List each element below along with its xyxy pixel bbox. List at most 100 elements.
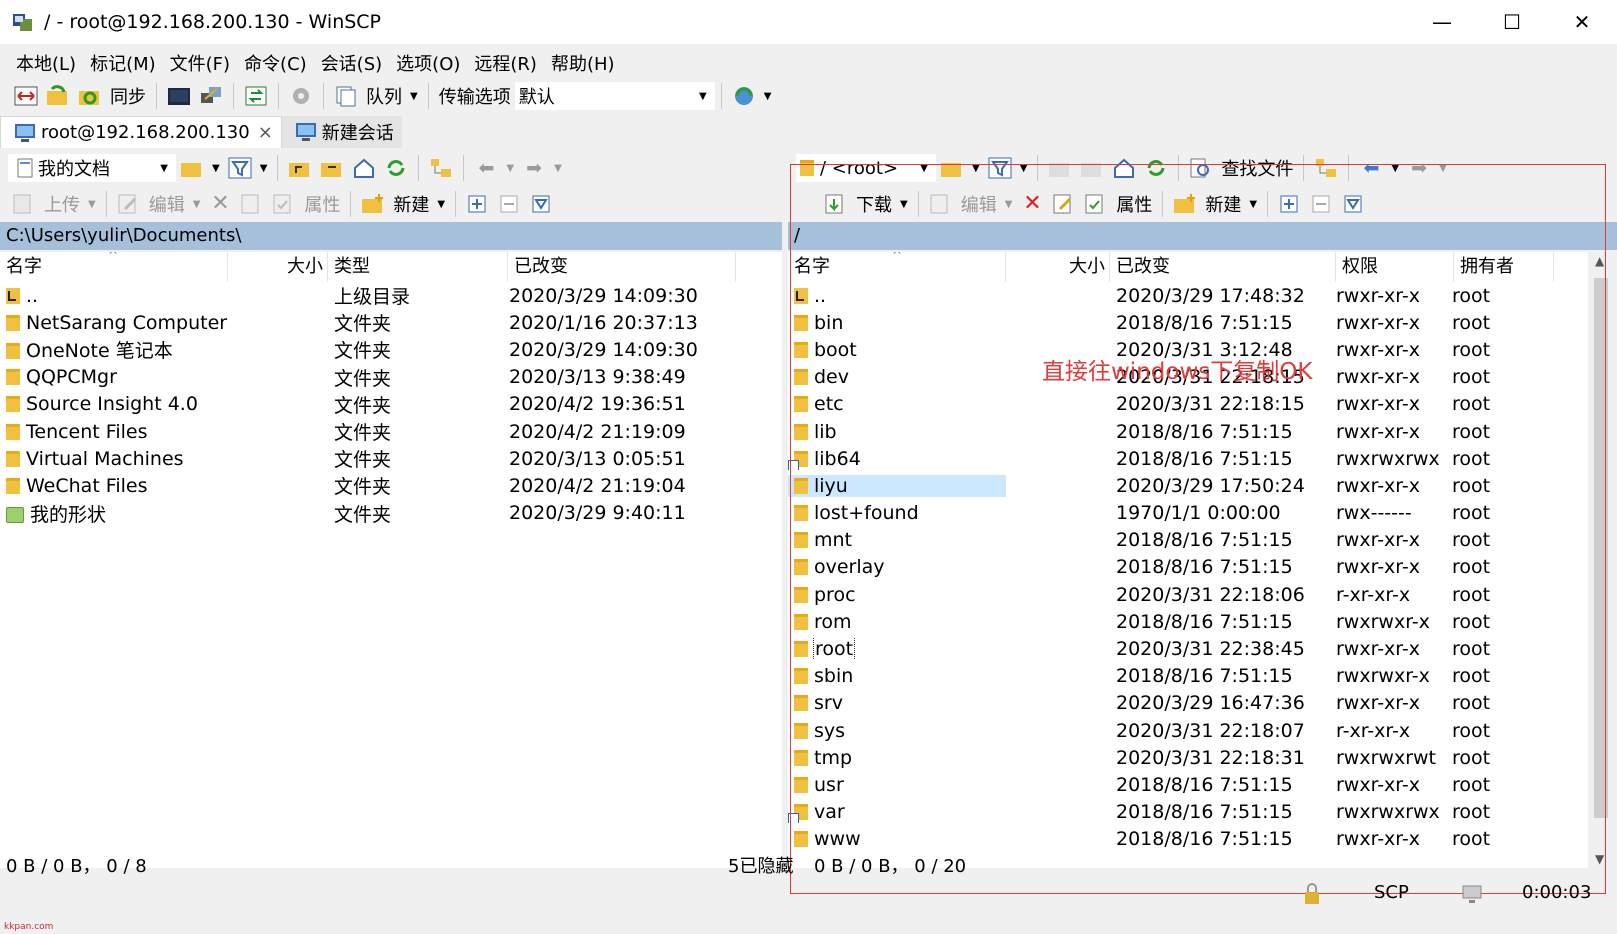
menu-item[interactable]: 命令(C) xyxy=(244,50,307,76)
right-file-list[interactable]: 名字 大小 已改变 权限 拥有者 ^ .. 2020/3/29 17:48:32 r… xyxy=(788,252,1588,868)
tab-session[interactable]: root@192.168.200.130 × xyxy=(0,116,282,148)
close-button[interactable]: ✕ xyxy=(1547,0,1617,44)
chevron-down-icon[interactable]: ▼ xyxy=(764,91,772,102)
edit-label[interactable]: 编辑 xyxy=(149,191,185,217)
gear-icon[interactable] xyxy=(289,85,313,107)
left-location-select[interactable]: 我的文档 ▼ xyxy=(8,154,176,182)
menu-item[interactable]: 帮助(H) xyxy=(551,50,615,76)
chevron-down-icon[interactable]: ▼ xyxy=(972,163,980,174)
file-row[interactable]: 我的形状 文件夹 2020/3/29 9:40:11 xyxy=(0,500,782,527)
maximize-button[interactable]: ☐ xyxy=(1477,0,1547,44)
file-row[interactable]: .. 2020/3/29 17:48:32 rwxr-xr-x root xyxy=(788,282,1588,309)
find-files-icon[interactable] xyxy=(1189,157,1213,179)
file-row[interactable]: bin 2018/8/16 7:51:15 rwxr-xr-x root xyxy=(788,309,1588,336)
col-size[interactable]: 大小 xyxy=(1006,252,1110,282)
file-row[interactable]: srv 2020/3/29 16:47:36 rwxr-xr-x root xyxy=(788,690,1588,717)
chevron-down-icon[interactable]: ▼ xyxy=(212,163,220,174)
filter-icon[interactable] xyxy=(988,157,1012,179)
left-file-list[interactable]: 名字 大小 类型 已改变 ^ .. 上级目录 2020/3/29 14:09:30 N… xyxy=(0,252,782,868)
queue-label[interactable]: 队列 xyxy=(366,83,402,109)
file-row[interactable]: .. 上级目录 2020/3/29 14:09:30 xyxy=(0,282,782,309)
tree-icon[interactable] xyxy=(429,157,453,179)
chevron-down-icon[interactable]: ▼ xyxy=(1020,163,1028,174)
transfer-icon[interactable] xyxy=(244,85,268,107)
parent-directory-icon[interactable] xyxy=(1048,157,1072,179)
right-location-select[interactable]: / <root> ▼ xyxy=(796,154,936,182)
sync-icon[interactable] xyxy=(78,85,102,107)
chevron-down-icon[interactable]: ▼ xyxy=(260,163,268,174)
sync-label[interactable]: 同步 xyxy=(110,83,146,109)
terminal-icon[interactable] xyxy=(167,85,191,107)
home-icon[interactable] xyxy=(352,157,376,179)
compare-icon[interactable] xyxy=(14,85,38,107)
properties-label[interactable]: 属性 xyxy=(1116,191,1152,217)
unselect-all-icon[interactable] xyxy=(1310,193,1334,215)
tab-close-icon[interactable]: × xyxy=(258,122,273,143)
putty-icon[interactable] xyxy=(199,85,223,107)
right-scrollbar[interactable]: ▲ ▼ xyxy=(1590,252,1612,868)
properties-icon[interactable] xyxy=(1084,193,1108,215)
chevron-down-icon[interactable]: ▼ xyxy=(88,199,96,210)
file-row[interactable]: lib64 2018/8/16 7:51:15 rwxrwxrwx root xyxy=(788,445,1588,472)
parent-directory-icon[interactable] xyxy=(288,157,312,179)
chevron-down-icon[interactable]: ▼ xyxy=(1005,199,1013,210)
chevron-down-icon[interactable]: ▼ xyxy=(193,199,201,210)
file-row[interactable]: overlay 2018/8/16 7:51:15 rwxr-xr-x root xyxy=(788,554,1588,581)
edit-icon[interactable] xyxy=(117,193,141,215)
download-icon[interactable] xyxy=(824,193,848,215)
chevron-down-icon[interactable]: ▼ xyxy=(410,91,418,102)
refresh-icon[interactable] xyxy=(384,157,408,179)
select-all-icon[interactable] xyxy=(1278,193,1302,215)
file-row[interactable]: Tencent Files 文件夹 2020/4/2 21:19:09 xyxy=(0,418,782,445)
file-row[interactable]: NetSarang Computer 文件夹 2020/1/16 20:37:13 xyxy=(0,309,782,336)
chevron-down-icon[interactable]: ▼ xyxy=(900,199,908,210)
menu-item[interactable]: 文件(F) xyxy=(170,50,230,76)
home-icon[interactable] xyxy=(1112,157,1136,179)
properties-label[interactable]: 属性 xyxy=(304,191,340,217)
chevron-down-icon[interactable]: ▼ xyxy=(1391,163,1399,174)
new-folder-icon[interactable] xyxy=(1173,193,1197,215)
file-row[interactable]: tmp 2020/3/31 22:18:31 rwxrwxrwt root xyxy=(788,744,1588,771)
new-label[interactable]: 新建 xyxy=(393,191,429,217)
properties-icon[interactable] xyxy=(272,193,296,215)
menu-item[interactable]: 会话(S) xyxy=(321,50,382,76)
col-size[interactable]: 大小 xyxy=(228,252,328,282)
back-arrow-icon[interactable]: ⬅ xyxy=(1359,157,1383,179)
forward-arrow-icon[interactable]: ➡ xyxy=(522,157,546,179)
chevron-down-icon[interactable]: ▼ xyxy=(1439,163,1447,174)
col-rights[interactable]: 权限 xyxy=(1336,252,1454,282)
file-row[interactable]: root 2020/3/31 22:38:45 rwxr-xr-x root xyxy=(788,635,1588,662)
file-row[interactable]: var 2018/8/16 7:51:15 rwxrwxrwx root xyxy=(788,799,1588,826)
find-files-label[interactable]: 查找文件 xyxy=(1221,155,1293,181)
edit-icon[interactable] xyxy=(929,193,953,215)
file-row[interactable]: Virtual Machines 文件夹 2020/3/13 0:05:51 xyxy=(0,445,782,472)
col-changed[interactable]: 已改变 xyxy=(1110,252,1336,282)
right-path-bar[interactable]: / xyxy=(788,222,1617,250)
chevron-down-icon[interactable]: ▼ xyxy=(554,163,562,174)
rename-icon[interactable] xyxy=(240,193,264,215)
delete-icon[interactable]: ✕ xyxy=(1020,193,1044,215)
upload-icon[interactable] xyxy=(12,193,36,215)
filter-icon[interactable] xyxy=(228,157,252,179)
file-row[interactable]: etc 2020/3/31 22:18:15 rwxr-xr-x root xyxy=(788,391,1588,418)
refresh-globe-icon[interactable] xyxy=(732,85,756,107)
rename-icon[interactable] xyxy=(1052,193,1076,215)
file-row[interactable]: usr 2018/8/16 7:51:15 rwxr-xr-x root xyxy=(788,771,1588,798)
download-label[interactable]: 下载 xyxy=(856,191,892,217)
chevron-down-icon[interactable]: ▼ xyxy=(437,199,445,210)
file-row[interactable]: sbin 2018/8/16 7:51:15 rwxrwxr-x root xyxy=(788,663,1588,690)
file-row[interactable]: QQPCMgr 文件夹 2020/3/13 9:38:49 xyxy=(0,364,782,391)
file-row[interactable]: mnt 2018/8/16 7:51:15 rwxr-xr-x root xyxy=(788,527,1588,554)
unselect-all-icon[interactable] xyxy=(498,193,522,215)
menu-item[interactable]: 远程(R) xyxy=(474,50,537,76)
refresh-icon[interactable] xyxy=(1144,157,1168,179)
forward-arrow-icon[interactable]: ➡ xyxy=(1407,157,1431,179)
left-path-bar[interactable]: C:\Users\yulir\Documents\ xyxy=(0,222,782,250)
back-arrow-icon[interactable]: ⬅ xyxy=(474,157,498,179)
file-row[interactable]: WeChat Files 文件夹 2020/4/2 21:19:04 xyxy=(0,472,782,499)
queue-icon[interactable] xyxy=(334,85,358,107)
select-all-icon[interactable] xyxy=(466,193,490,215)
col-changed[interactable]: 已改变 xyxy=(508,252,736,282)
menu-item[interactable]: 选项(O) xyxy=(396,50,460,76)
col-owner[interactable]: 拥有者 xyxy=(1454,252,1554,282)
